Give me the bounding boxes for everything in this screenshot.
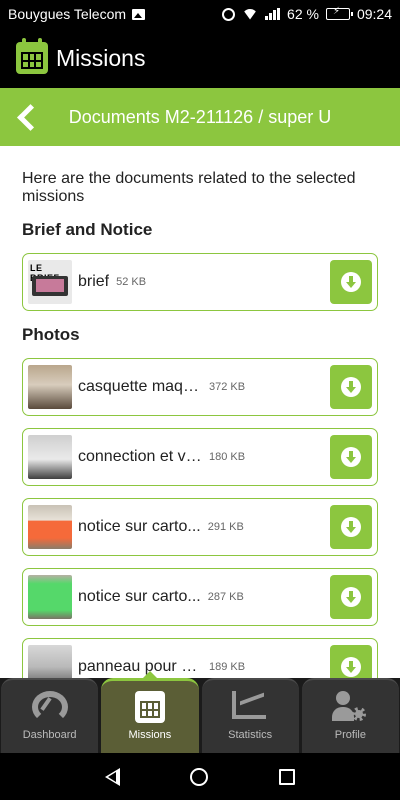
nav-item-statistics[interactable]: Statistics <box>201 678 299 753</box>
gauge-icon <box>31 691 68 723</box>
document-size: 180 KB <box>209 451 246 463</box>
document-card: connection et vi... 180 KB <box>22 428 378 486</box>
system-navigation-bar <box>0 753 400 800</box>
download-button[interactable] <box>330 575 372 619</box>
intro-text: Here are the documents related to the se… <box>22 170 356 205</box>
system-home-icon[interactable] <box>190 767 209 786</box>
document-size: 52 KB <box>116 276 147 288</box>
user-gear-icon <box>332 691 368 723</box>
download-icon <box>341 447 361 467</box>
nav-label: Profile <box>334 729 366 741</box>
download-button[interactable] <box>330 505 372 549</box>
download-icon <box>341 587 361 607</box>
document-name: connection et vi... <box>78 448 202 465</box>
document-card: notice sur carto... 291 KB <box>22 498 378 556</box>
section-title-photos: Photos <box>22 325 80 344</box>
download-icon <box>341 377 361 397</box>
nav-item-dashboard[interactable]: Dashboard <box>1 678 99 753</box>
download-button[interactable] <box>330 365 372 409</box>
status-icons: 62 % 09:24 <box>222 6 392 22</box>
system-recents-icon[interactable] <box>278 768 295 785</box>
carrier-group: Bouygues Telecom <box>8 6 146 22</box>
document-card: LE BRIEF brief 52 KB <box>22 253 378 311</box>
status-bar: Bouygues Telecom 62 % 09:24 <box>0 0 400 28</box>
laptop-image <box>32 276 68 296</box>
calendar-icon <box>134 691 165 723</box>
nav-label: Statistics <box>228 729 273 741</box>
app-title: Missions <box>56 44 146 71</box>
download-button[interactable] <box>330 260 372 304</box>
photo-thumbnail <box>28 645 72 680</box>
image-notification-icon <box>132 8 146 20</box>
photo-thumbnail <box>28 435 72 479</box>
documents-content[interactable]: Here are the documents related to the se… <box>0 146 400 680</box>
nav-item-missions[interactable]: Missions <box>101 671 199 753</box>
document-card: notice sur carto... 287 KB <box>22 568 378 626</box>
page-header-title: Documents M2-211126 / super U <box>68 106 332 127</box>
photo-thumbnail <box>28 505 72 549</box>
download-button[interactable] <box>330 435 372 479</box>
download-icon <box>341 657 361 677</box>
document-name: notice sur carto... <box>78 518 201 535</box>
photo-thumbnail <box>28 575 72 619</box>
chart-icon <box>232 691 268 723</box>
document-name: casquette maqu... <box>78 378 202 395</box>
document-size: 287 KB <box>207 591 244 603</box>
document-name: notice sur carto... <box>78 588 201 605</box>
document-size: 372 KB <box>209 381 246 393</box>
signal-icon <box>265 8 281 20</box>
bottom-nav: Dashboard Missions Statistics Profile <box>0 671 400 753</box>
document-name: panneau pour vi... <box>78 658 202 675</box>
page-header: Documents M2-211126 / super U <box>0 88 400 146</box>
alarm-icon <box>222 7 236 21</box>
document-name: brief <box>78 273 110 290</box>
wifi-icon <box>242 8 259 20</box>
download-icon <box>341 272 361 292</box>
battery-icon <box>325 6 353 20</box>
section-title-brief: Brief and Notice <box>22 220 153 239</box>
nav-label: Missions <box>128 729 172 741</box>
calendar-icon <box>16 38 48 74</box>
system-back-icon[interactable] <box>105 767 121 786</box>
download-button[interactable] <box>330 645 372 680</box>
photo-thumbnail <box>28 365 72 409</box>
nav-label: Dashboard <box>22 729 77 741</box>
back-button[interactable] <box>14 103 38 131</box>
clock: 09:24 <box>356 6 392 22</box>
document-thumbnail: LE BRIEF <box>28 260 72 304</box>
carrier-name: Bouygues Telecom <box>8 6 127 22</box>
document-card: casquette maqu... 372 KB <box>22 358 378 416</box>
app-bar: Missions <box>0 28 400 88</box>
download-icon <box>341 517 361 537</box>
document-size: 189 KB <box>209 661 246 673</box>
document-size: 291 KB <box>207 521 244 533</box>
nav-item-profile[interactable]: Profile <box>301 678 399 753</box>
battery-percent: 62 % <box>287 6 319 22</box>
document-card: panneau pour vi... 189 KB <box>22 638 378 680</box>
